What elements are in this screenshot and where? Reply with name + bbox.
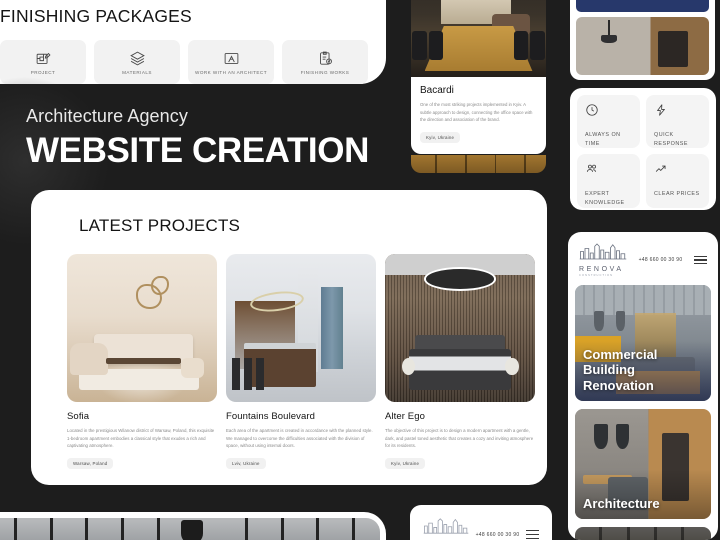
layers-icon — [129, 50, 146, 67]
trending-up-icon — [654, 163, 668, 180]
finishing-card-materials[interactable]: MATERIALS — [94, 40, 180, 84]
project-description: The objective of this project is to desi… — [385, 428, 534, 449]
hamburger-icon[interactable] — [526, 530, 539, 539]
bacardi-secondary-image-strip — [411, 155, 546, 173]
phone-number[interactable]: +48 660 00 30 90 — [639, 257, 683, 263]
hero-subtitle: Architecture Agency — [26, 106, 188, 126]
features-panel: ALWAYS ON TIME QUICK RESPONSE EXPERT KNO… — [570, 88, 716, 210]
phone-card-architecture[interactable]: Architecture — [575, 409, 711, 519]
project-image-alter-ego — [385, 254, 535, 402]
project-name: Alter Ego — [385, 411, 425, 422]
bacardi-image — [411, 0, 546, 77]
latest-projects-title: LATEST PROJECTS — [79, 216, 241, 235]
project-image-fountains-boulevard — [226, 254, 376, 402]
phone-number[interactable]: +48 660 00 30 90 — [476, 532, 520, 538]
bacardi-description: One of the most striking projects implem… — [420, 102, 533, 123]
bottom-header: RENOVA CONSTRUCTION +48 660 00 30 90 — [419, 514, 543, 540]
bacardi-body: Bacardi One of the most striking project… — [411, 77, 546, 144]
skyline-icon — [579, 243, 627, 265]
bottom-left-image — [0, 518, 380, 540]
hero-title: WEBSITE CREATION — [26, 131, 369, 170]
renova-logo[interactable]: RENOVA CONSTRUCTION — [423, 518, 469, 540]
bacardi-project-card[interactable]: Bacardi One of the most striking project… — [411, 0, 546, 154]
finishing-card-finishing-works[interactable]: FINISHING WORKS — [282, 40, 368, 84]
screenshot-canvas: FINISHING PACKAGES PROJECT MATERIALS WOR… — [0, 0, 720, 540]
building-renovation-button[interactable]: Building Renovation — [576, 0, 709, 12]
dark-background-gap — [0, 486, 392, 512]
bottom-logo-panel: RENOVA CONSTRUCTION +48 660 00 30 90 — [410, 505, 552, 540]
hero-section: Architecture Agency WEBSITE CREATION — [0, 76, 400, 246]
architect-icon — [223, 50, 240, 67]
finishing-card-label: PROJECT — [30, 69, 56, 75]
project-description: Each area of the apartment is created in… — [226, 428, 373, 449]
project-card[interactable]: Sofia Located in the prestigious Wilanow… — [67, 254, 217, 470]
feature-tile-always-on-time[interactable]: ALWAYS ON TIME — [577, 95, 640, 149]
feature-label: QUICK RESPONSE — [654, 132, 688, 147]
latest-projects-grid: Sofia Located in the prestigious Wilanow… — [67, 254, 535, 470]
project-location-tag: Lviv, Ukraine — [226, 458, 266, 470]
blueprint-icon — [35, 50, 52, 67]
phone-card-commercial-building-renovation[interactable]: Commercial Building Renovation — [575, 285, 711, 401]
phone-mockup: RENOVA CONSTRUCTION +48 660 00 30 90 Com… — [568, 232, 718, 540]
project-name: Fountains Boulevard — [226, 411, 316, 422]
finishing-packages-title: FINISHING PACKAGES — [0, 6, 192, 26]
phone-card-title: Architecture — [583, 495, 660, 511]
people-icon — [585, 163, 599, 180]
feature-tile-quick-response[interactable]: QUICK RESPONSE — [646, 95, 709, 149]
finishing-card-label: FINISHING WORKS — [300, 69, 350, 75]
latest-projects-panel: LATEST PROJECTS Sofia Located in the pre… — [31, 190, 547, 485]
project-location-tag: Warsaw, Poland — [67, 458, 114, 470]
project-card[interactable]: Alter Ego The objective of this project … — [385, 254, 535, 470]
feature-label: EXPERT KNOWLEDGE — [585, 191, 625, 206]
finishing-packages-row: PROJECT MATERIALS WORK WITH AN ARCHITECT… — [0, 40, 386, 84]
clock-icon — [585, 104, 599, 121]
finishing-packages-panel: FINISHING PACKAGES PROJECT MATERIALS WOR… — [0, 0, 386, 84]
clipboard-check-icon — [317, 50, 334, 67]
right-top-card[interactable]: Building Renovation — [570, 0, 715, 80]
feature-tile-clear-prices[interactable]: CLEAR PRICES — [646, 154, 709, 208]
phone-card-title: Commercial Building Renovation — [583, 347, 658, 393]
project-image-sofia — [67, 254, 217, 402]
bottom-left-image-panel — [0, 512, 386, 540]
finishing-card-architect[interactable]: WORK WITH AN ARCHITECT — [188, 40, 274, 84]
skyline-icon — [423, 518, 469, 539]
feature-tile-expert-knowledge[interactable]: EXPERT KNOWLEDGE — [577, 154, 640, 208]
project-name: Sofia — [67, 411, 90, 422]
project-location-tag: Kyiv, Ukraine — [385, 458, 426, 470]
project-description: Located in the prestigious Wilanow distr… — [67, 428, 215, 449]
finishing-card-label: WORK WITH AN ARCHITECT — [195, 69, 267, 75]
phone-card-third[interactable] — [575, 527, 711, 540]
right-top-image — [576, 17, 709, 75]
feature-label: ALWAYS ON TIME — [585, 132, 621, 147]
bacardi-name: Bacardi — [420, 85, 454, 96]
logo-subtitle: CONSTRUCTION — [579, 274, 614, 277]
lightning-icon — [654, 104, 668, 121]
phone-header: RENOVA CONSTRUCTION +48 660 00 30 90 — [575, 239, 711, 277]
project-card[interactable]: Fountains Boulevard Each area of the apa… — [226, 254, 376, 470]
logo-name: RENOVA — [579, 266, 624, 273]
bacardi-location-tag: Kyiv, Ukraine — [420, 132, 461, 144]
renova-logo[interactable]: RENOVA CONSTRUCTION — [579, 243, 627, 277]
finishing-card-label: MATERIALS — [122, 69, 152, 75]
hamburger-icon[interactable] — [694, 255, 707, 265]
feature-label: CLEAR PRICES — [654, 191, 700, 198]
